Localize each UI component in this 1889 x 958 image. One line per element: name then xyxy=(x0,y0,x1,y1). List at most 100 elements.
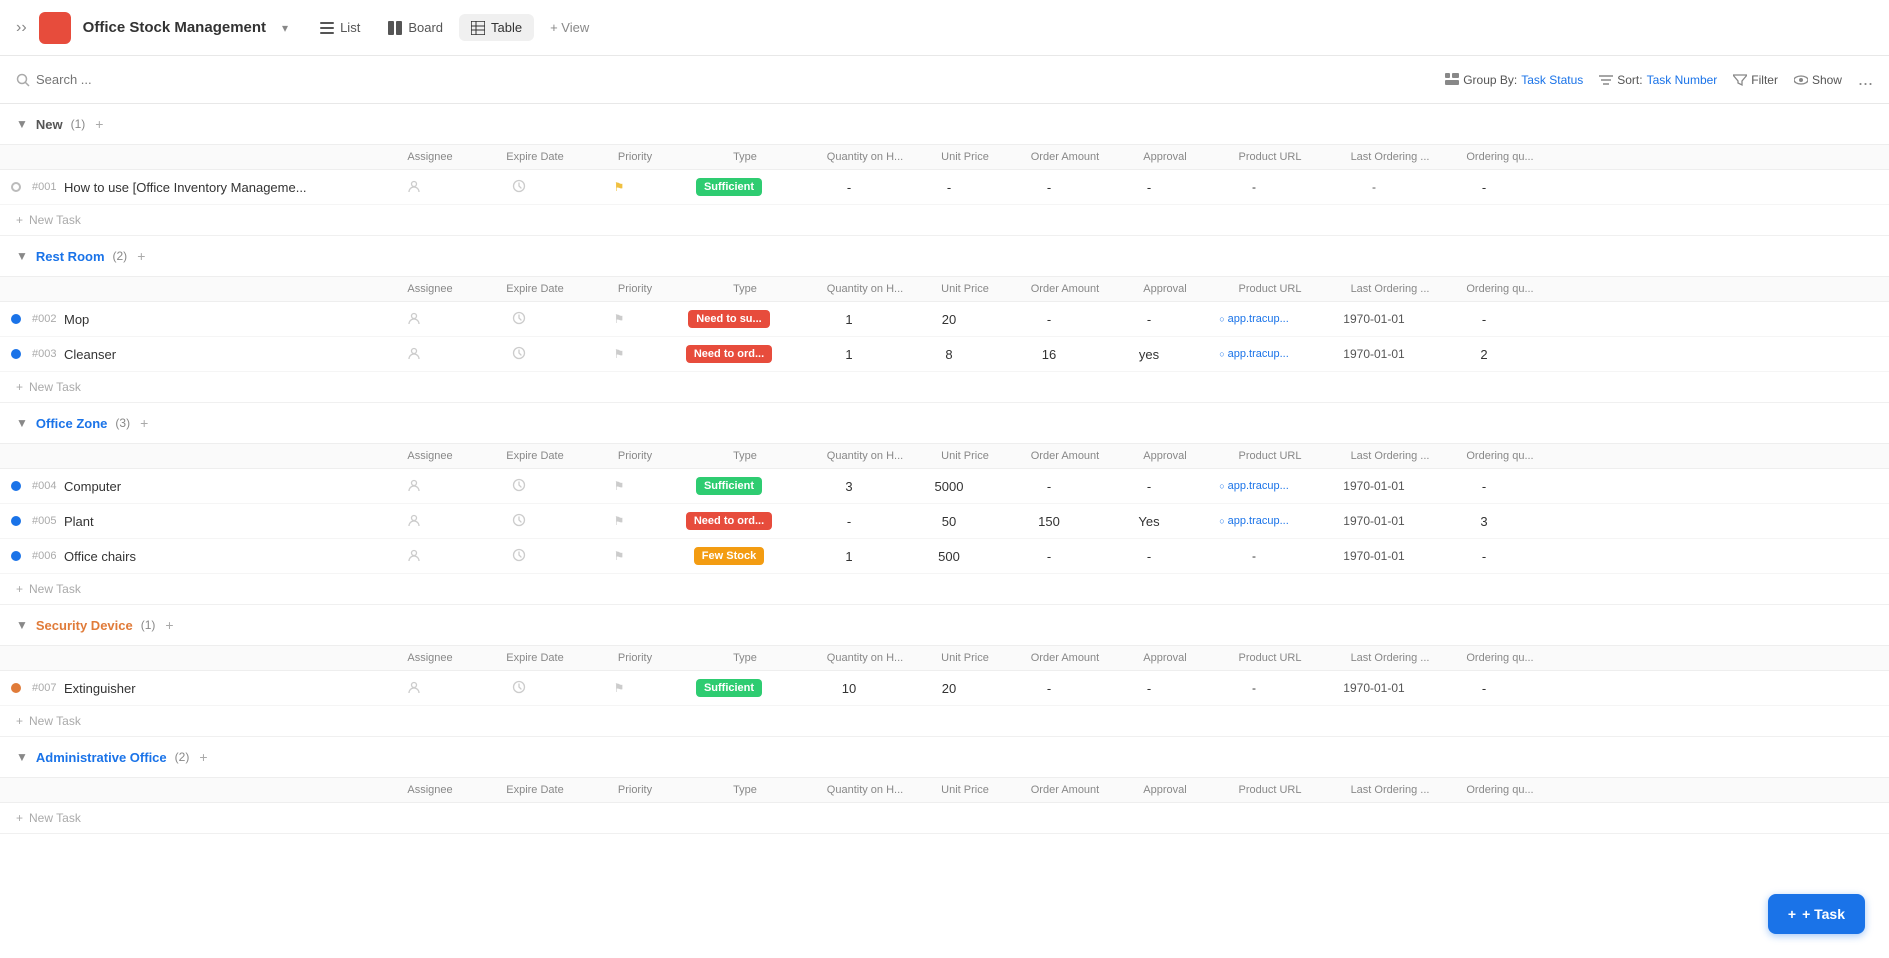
col-qty: Quantity on H... xyxy=(810,450,920,462)
task-expire[interactable] xyxy=(464,478,574,495)
task-row[interactable]: #003 Cleanser ⚑ Need to ord... 1 8 16 ye… xyxy=(0,337,1889,372)
product-url-link[interactable]: ○app.tracup... xyxy=(1219,348,1289,360)
section-title-rest-room[interactable]: Rest Room xyxy=(36,249,105,264)
task-product-url[interactable]: ○app.tracup... xyxy=(1194,515,1314,527)
section-add-administrative-office[interactable]: + xyxy=(199,749,207,765)
task-product-url[interactable]: ○app.tracup... xyxy=(1194,480,1314,492)
tab-list[interactable]: List xyxy=(308,14,372,41)
section-toggle-office-zone[interactable]: ▼ xyxy=(16,416,28,430)
section-administrative-office: ▼ Administrative Office (2) + Assignee E… xyxy=(0,737,1889,834)
sort-control[interactable]: Sort: Task Number xyxy=(1599,73,1717,87)
task-priority[interactable]: ⚑ xyxy=(574,312,664,326)
task-expire[interactable] xyxy=(464,548,574,565)
task-name[interactable]: Mop xyxy=(64,312,364,327)
task-row[interactable]: #002 Mop ⚑ Need to su... 1 20 - - ○app xyxy=(0,302,1889,337)
task-status-dot[interactable] xyxy=(11,551,21,561)
task-assignee[interactable] xyxy=(364,478,464,495)
task-priority[interactable]: ⚑ xyxy=(574,514,664,528)
col-order: Order Amount xyxy=(1010,151,1120,163)
search-input-wrap[interactable] xyxy=(16,72,1437,87)
tab-table[interactable]: Table xyxy=(459,14,534,41)
task-name[interactable]: How to use [Office Inventory Manageme... xyxy=(64,180,364,195)
filter-control[interactable]: Filter xyxy=(1733,73,1778,87)
section-toggle-administrative-office[interactable]: ▼ xyxy=(16,750,28,764)
task-expire[interactable] xyxy=(464,311,574,328)
task-name[interactable]: Cleanser xyxy=(64,347,364,362)
task-status-dot[interactable] xyxy=(11,182,21,192)
task-assignee[interactable] xyxy=(364,680,464,697)
task-name[interactable]: Office chairs xyxy=(64,549,364,564)
task-priority[interactable]: ⚑ xyxy=(574,549,664,563)
task-last-ordering: 1970-01-01 xyxy=(1314,312,1434,326)
task-name[interactable]: Plant xyxy=(64,514,364,529)
task-expire[interactable] xyxy=(464,346,574,363)
section-title-security-device[interactable]: Security Device xyxy=(36,618,133,633)
task-expire[interactable] xyxy=(464,179,574,196)
task-row[interactable]: #006 Office chairs ⚑ Few Stock 1 500 - - xyxy=(0,539,1889,574)
product-url-link[interactable]: ○app.tracup... xyxy=(1219,313,1289,325)
new-task-row-rest-room[interactable]: + New Task xyxy=(0,372,1889,402)
task-product-url[interactable]: - xyxy=(1194,180,1314,194)
task-assignee[interactable] xyxy=(364,179,464,196)
task-type[interactable]: Need to su... xyxy=(664,310,794,328)
task-product-url[interactable]: ○app.tracup... xyxy=(1194,348,1314,360)
task-priority[interactable]: ⚑ xyxy=(574,479,664,493)
section-title-new[interactable]: New xyxy=(36,117,63,132)
task-order-amount: - xyxy=(994,180,1104,195)
section-add-security-device[interactable]: + xyxy=(165,617,173,633)
new-task-row-administrative-office[interactable]: + New Task xyxy=(0,803,1889,833)
task-status-dot[interactable] xyxy=(11,481,21,491)
task-row[interactable]: #005 Plant ⚑ Need to ord... - 50 150 Yes xyxy=(0,504,1889,539)
new-task-row-new[interactable]: + New Task xyxy=(0,205,1889,235)
task-status-dot[interactable] xyxy=(11,314,21,324)
product-url-link[interactable]: ○app.tracup... xyxy=(1219,515,1289,527)
app-title-arrow[interactable]: ▾ xyxy=(282,21,288,35)
section-toggle-new[interactable]: ▼ xyxy=(16,117,28,131)
section-title-administrative-office[interactable]: Administrative Office xyxy=(36,750,167,765)
task-row[interactable]: #001 How to use [Office Inventory Manage… xyxy=(0,170,1889,205)
task-assignee[interactable] xyxy=(364,311,464,328)
task-row[interactable]: #007 Extinguisher ⚑ Sufficient 10 20 - - xyxy=(0,671,1889,706)
product-url-link[interactable]: ○app.tracup... xyxy=(1219,480,1289,492)
group-by-control[interactable]: Group By: Task Status xyxy=(1445,73,1583,87)
task-status-dot[interactable] xyxy=(11,683,21,693)
add-view-button[interactable]: + View xyxy=(538,14,601,41)
task-assignee[interactable] xyxy=(364,346,464,363)
task-type[interactable]: Sufficient xyxy=(664,178,794,196)
new-task-row-office-zone[interactable]: + New Task xyxy=(0,574,1889,604)
section-toggle-security-device[interactable]: ▼ xyxy=(16,618,28,632)
section-add-office-zone[interactable]: + xyxy=(140,415,148,431)
task-expire[interactable] xyxy=(464,680,574,697)
task-status-dot[interactable] xyxy=(11,349,21,359)
task-assignee[interactable] xyxy=(364,513,464,530)
show-control[interactable]: Show xyxy=(1794,73,1842,87)
add-task-button[interactable]: + + Task xyxy=(1768,894,1865,934)
task-product-url[interactable]: - xyxy=(1194,681,1314,695)
menu-icon[interactable]: ›› xyxy=(16,19,27,37)
tab-board[interactable]: Board xyxy=(376,14,455,41)
task-type[interactable]: Few Stock xyxy=(664,547,794,565)
task-product-url[interactable]: - xyxy=(1194,549,1314,563)
task-assignee[interactable] xyxy=(364,548,464,565)
more-options-icon[interactable]: ... xyxy=(1858,69,1873,90)
task-priority[interactable]: ⚑ xyxy=(574,180,664,194)
new-task-row-security-device[interactable]: + New Task xyxy=(0,706,1889,736)
task-type[interactable]: Sufficient xyxy=(664,477,794,495)
task-expire[interactable] xyxy=(464,513,574,530)
task-type[interactable]: Sufficient xyxy=(664,679,794,697)
task-name[interactable]: Computer xyxy=(64,479,364,494)
task-type[interactable]: Need to ord... xyxy=(664,512,794,530)
task-priority[interactable]: ⚑ xyxy=(574,681,664,695)
task-product-url[interactable]: ○app.tracup... xyxy=(1194,313,1314,325)
section-add-new[interactable]: + xyxy=(95,116,103,132)
task-type[interactable]: Need to ord... xyxy=(664,345,794,363)
task-priority[interactable]: ⚑ xyxy=(574,347,664,361)
person-icon xyxy=(407,680,421,697)
section-add-rest-room[interactable]: + xyxy=(137,248,145,264)
task-row[interactable]: #004 Computer ⚑ Sufficient 3 5000 - - xyxy=(0,469,1889,504)
task-name[interactable]: Extinguisher xyxy=(64,681,364,696)
section-title-office-zone[interactable]: Office Zone xyxy=(36,416,108,431)
search-input[interactable] xyxy=(36,72,336,87)
section-toggle-rest-room[interactable]: ▼ xyxy=(16,249,28,263)
task-status-dot[interactable] xyxy=(11,516,21,526)
